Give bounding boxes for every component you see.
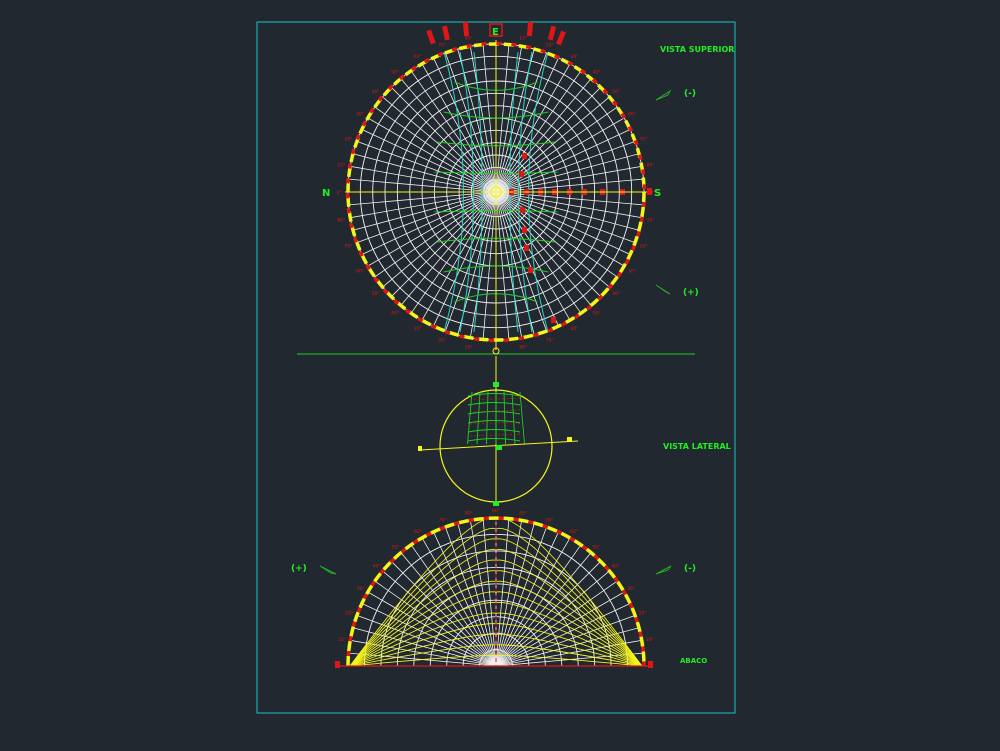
east-arrow [462, 21, 470, 37]
degree-tick-label: 80° [519, 345, 527, 351]
abaco-degree-tick-label: 10° [646, 637, 654, 643]
abaco-left-marker [335, 661, 340, 668]
abaco-label: ABACO [680, 657, 707, 665]
degree-tick-label: 10° [465, 345, 473, 351]
degree-tick-label: 80° [647, 163, 655, 169]
east-arrow [426, 29, 436, 45]
top-view-stereographic-diagram: 0°10°20°30°40°50°60°70°80°0°10°20°30°40°… [336, 21, 656, 353]
abaco-degree-tick-label: 30° [627, 586, 635, 592]
vista-superior-label: VISTA SUPERIOR [660, 45, 734, 54]
abaco-degree-tick-label: 50° [392, 545, 400, 551]
degree-tick-label: 30° [628, 269, 636, 275]
degree-tick-label: 30° [414, 326, 422, 332]
degree-tick-label: 60° [628, 112, 636, 118]
top-plus-label: (+) [683, 288, 699, 298]
abaco-grid [347, 517, 645, 667]
degree-tick-label: 70° [640, 136, 648, 142]
degree-tick-label: 60° [571, 326, 579, 332]
abaco-degree-tick-label: 80° [519, 510, 527, 516]
red-marker [520, 207, 525, 213]
abaco-plus-label: (+) [291, 564, 307, 574]
lateral-grid-line [503, 391, 506, 445]
red-marker [524, 245, 529, 251]
lateral-grid [467, 391, 525, 445]
degree-tick-label: 60° [414, 54, 422, 60]
degree-tick-label: 60° [356, 269, 364, 275]
red-marker [522, 227, 527, 233]
abaco-degree-tick-label: 40° [373, 564, 381, 570]
leaf-arrow-icon [655, 284, 671, 295]
south-marker [647, 188, 652, 195]
lateral-grid-arc [467, 438, 521, 442]
degree-tick-label: 50° [391, 70, 399, 76]
lateral-grid-arc [467, 420, 521, 424]
lateral-center-marker [496, 445, 502, 450]
east-arrow [547, 25, 557, 41]
abaco-degree-tick-label: 30° [357, 586, 365, 592]
abaco-degree-tick-label: 70° [439, 517, 447, 523]
degree-tick-label: 80° [337, 217, 345, 223]
lateral-right-marker [567, 437, 572, 442]
east-arrow [526, 21, 534, 37]
lateral-grid-line [486, 391, 489, 445]
degree-tick-label: 40° [391, 310, 399, 316]
abaco-half-circle: 10° 20° 30° 40° 50° 60° 70° 80° 90° 80° 70° 60° 50° 4… [335, 508, 654, 668]
leaf-arrow-icon [655, 89, 672, 101]
lateral-grid-arc [467, 429, 521, 433]
degree-tick-label: 10° [647, 217, 655, 223]
degree-tick-label: 50° [372, 291, 380, 297]
abaco-degree-tick-label: 90° [492, 508, 500, 514]
degree-tick-label: 50° [593, 310, 601, 316]
degree-tick-label: 20° [546, 43, 554, 49]
abaco-degree-tick-label: 50° [592, 545, 600, 551]
leaf-arrow-icon [319, 565, 337, 575]
east-arrow [556, 30, 566, 46]
degree-tick-label: 40° [612, 291, 620, 297]
east-arrow [442, 25, 450, 41]
degree-tick-label: 70° [345, 244, 353, 250]
top-minus-label: (-) [684, 89, 696, 99]
degree-tick-label: 30° [571, 54, 579, 60]
degree-tick-label: 10° [337, 163, 345, 169]
abaco-right-marker [648, 661, 653, 668]
degree-tick-label: 20° [345, 136, 353, 142]
red-marker [528, 267, 533, 273]
degree-tick-label: 20° [438, 338, 446, 344]
degree-tick-label: 50° [612, 89, 620, 95]
red-marker [519, 171, 524, 177]
abaco-degree-tick-label: 80° [465, 510, 473, 516]
south-label: S [654, 188, 661, 199]
abaco-degree-tick-label: 60° [414, 529, 422, 535]
abaco-degree-tick-label: 40° [612, 564, 620, 570]
abaco-degree-tick-label: 20° [639, 611, 647, 617]
red-marker [522, 153, 527, 159]
degree-tick-label: 20° [640, 244, 648, 250]
lateral-grid-line [511, 391, 516, 445]
lateral-grid-line [519, 391, 525, 445]
leaf-arrow-icon [655, 565, 672, 575]
degree-tick-label: 10° [519, 35, 527, 41]
abaco-degree-tick-label: 20° [345, 611, 353, 617]
lateral-left-marker [418, 446, 422, 451]
north-label: N [322, 188, 330, 199]
vista-lateral-label: VISTA LATERAL [663, 442, 731, 451]
abaco-degree-tick-label: 70° [545, 517, 553, 523]
degree-tick-label: 80° [465, 35, 473, 41]
red-marker [551, 317, 556, 323]
degree-tick-label: 70° [546, 338, 554, 344]
abaco-degree-tick-label: 10° [338, 637, 346, 643]
lateral-top-marker [493, 382, 499, 387]
degree-tick-label: 40° [593, 70, 601, 76]
lateral-bottom-marker [493, 501, 499, 506]
degree-tick-label: 30° [356, 112, 364, 118]
east-label: E [492, 27, 499, 38]
abaco-minus-label: (-) [684, 564, 696, 574]
abaco-degree-tick-label: 60° [570, 529, 578, 535]
degree-tick-label: 70° [438, 43, 446, 49]
degree-tick-label: 40° [372, 89, 380, 95]
cad-drawing: 0°10°20°30°40°50°60°70°80°0°10°20°30°40°… [256, 21, 736, 714]
lateral-view [418, 356, 579, 506]
degree-tick-label: 0° [336, 190, 341, 196]
